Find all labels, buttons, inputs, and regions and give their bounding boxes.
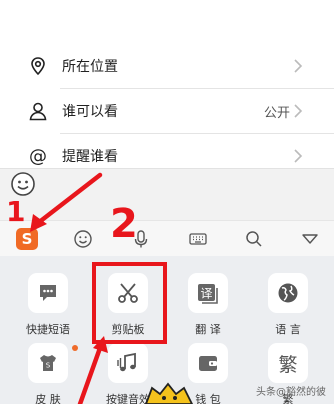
quick-phrase-tile[interactable]: 快捷短语 <box>8 273 88 347</box>
visibility-value: 公开 <box>263 105 290 121</box>
location-pin-icon <box>31 57 45 76</box>
skin-icon: S <box>28 343 68 383</box>
smiley-face-icon[interactable] <box>11 172 35 196</box>
chevron-right-icon <box>294 149 303 163</box>
chevron-right-icon <box>294 104 303 118</box>
language-tile[interactable]: 语 言 <box>248 273 328 347</box>
new-badge-dot <box>72 345 78 351</box>
wallet-icon <box>188 343 228 383</box>
translate-label: 翻 译 <box>195 323 221 336</box>
language-label: 语 言 <box>275 323 301 336</box>
sogou-logo-icon[interactable]: S <box>16 228 38 250</box>
globe-icon <box>268 273 308 313</box>
keyboard-toolbar: S <box>0 220 334 256</box>
keyboard-tools-panel: 快捷短语 剪贴板 译 翻 译 语 言 S 皮 肤 按键音效 钱 包 繁 繁 <box>0 256 334 404</box>
skin-label: 皮 肤 <box>35 393 61 404</box>
visibility-label: 谁可以看 <box>62 104 118 120</box>
chevron-right-icon <box>294 59 303 73</box>
step-1-label: 1 <box>6 195 26 228</box>
translate-icon: 译 <box>188 273 228 313</box>
sticker-emoji-icon <box>145 382 194 404</box>
composer-bar <box>0 168 334 220</box>
translate-tile[interactable]: 译 翻 译 <box>168 273 248 347</box>
post-settings-list: 所在位置 谁可以看 公开 @ 提醒谁看 <box>0 0 334 168</box>
emoji-icon[interactable] <box>73 229 93 249</box>
person-icon <box>29 102 47 121</box>
at-sign-icon: @ <box>29 146 47 166</box>
remind-label: 提醒谁看 <box>62 149 118 165</box>
music-icon <box>108 343 148 383</box>
search-icon[interactable] <box>244 229 264 249</box>
step-2-label: 2 <box>110 201 138 247</box>
quick-phrase-icon <box>28 273 68 313</box>
svg-text:S: S <box>46 362 51 370</box>
location-label: 所在位置 <box>62 59 118 75</box>
collapse-icon[interactable] <box>300 229 320 249</box>
clipboard-highlight-box <box>92 262 167 344</box>
keyboard-icon[interactable] <box>188 229 208 249</box>
screen: 所在位置 谁可以看 公开 @ 提醒谁看 S 快捷短语 剪贴板 译 翻 译 语 言… <box>0 0 334 404</box>
skin-tile[interactable]: S 皮 肤 <box>8 343 88 404</box>
svg-text:译: 译 <box>200 287 212 301</box>
watermark: 头条@豁然的彼 <box>256 387 326 398</box>
svg-text:@: @ <box>29 146 47 166</box>
location-row[interactable]: 所在位置 <box>0 44 334 88</box>
visibility-row[interactable]: 谁可以看 公开 <box>0 89 334 133</box>
traditional-icon: 繁 <box>268 343 308 383</box>
quick-phrase-label: 快捷短语 <box>26 323 70 336</box>
